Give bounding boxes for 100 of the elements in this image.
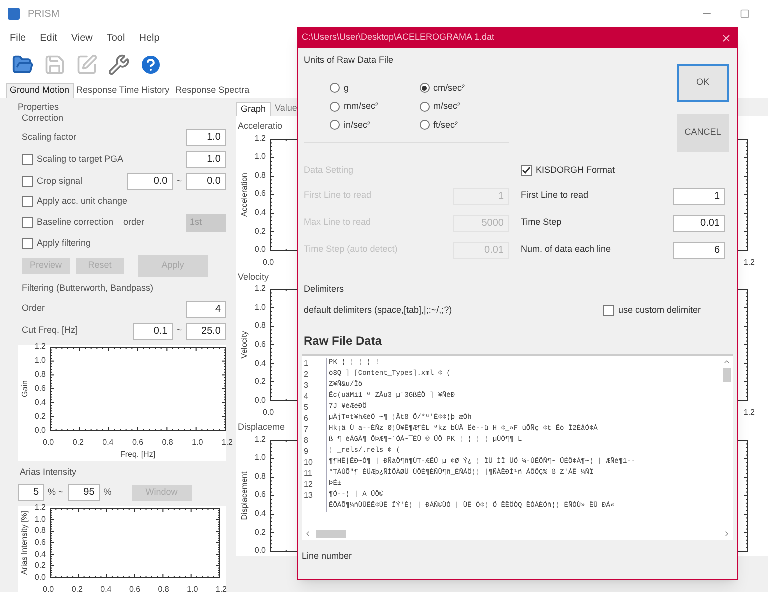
checkbox[interactable] [22, 154, 33, 165]
menu-item[interactable]: Edit [40, 30, 58, 46]
tick-label: 1.2 [34, 504, 46, 512]
tick-label: 0.2 [34, 562, 46, 570]
number-field[interactable]: 0.0 [186, 173, 226, 190]
number-field[interactable]: 0.1 [132, 322, 173, 340]
tick-label: 1.0 [187, 584, 198, 592]
label: order [124, 216, 145, 229]
label: Apply acc. unit change [37, 195, 128, 208]
tick-label: 1.0 [34, 516, 46, 524]
scroll-thumb[interactable] [316, 530, 346, 538]
checkbox[interactable] [603, 305, 614, 316]
tick-label: 1.2 [254, 436, 266, 444]
checkbox[interactable] [22, 238, 33, 249]
number-field[interactable]: 0.0 [126, 173, 173, 190]
label: Line number [302, 550, 352, 560]
tick-label: 1.0 [254, 153, 266, 162]
tick-label: 0.2 [72, 584, 83, 592]
tick-label: 0.2 [254, 228, 266, 236]
tick-label: 0.6 [34, 384, 46, 392]
tick-label: 0.4 [34, 398, 46, 406]
window-title: PRISM [28, 8, 60, 22]
tab[interactable]: Value [271, 102, 302, 116]
tick-label: 0.8 [158, 584, 170, 592]
maximize-icon [740, 9, 750, 19]
menu-item[interactable]: View [71, 30, 93, 46]
tick-label: 1.0 [34, 356, 46, 364]
tick-label: 0.2 [254, 378, 266, 386]
label: Scaling to target PGA [37, 152, 124, 166]
number-field[interactable]: 1.0 [186, 151, 226, 168]
tab[interactable]: Graph [236, 102, 272, 116]
menu-item[interactable]: Tool [106, 30, 126, 46]
label: Units of Raw Data File [304, 54, 395, 67]
number-field[interactable]: 4 [186, 300, 226, 318]
radio-button[interactable] [330, 120, 340, 130]
checkbox[interactable] [521, 165, 532, 176]
raw-data-view[interactable] [302, 354, 733, 540]
tick-label: 1.0 [254, 454, 266, 462]
tick-label: 0.0 [263, 407, 274, 419]
tick-label: 1.2 [34, 342, 46, 350]
tab[interactable]: Ground Motion [6, 83, 74, 98]
line-number: 10 [303, 456, 314, 468]
line-number: 11 [303, 468, 314, 478]
ok-button[interactable]: OK [677, 64, 729, 102]
wrench-icon [108, 54, 130, 76]
pencil-icon [76, 54, 98, 76]
label: Cut Freq. [Hz] [22, 324, 78, 338]
label: Properties [18, 102, 60, 113]
number-field[interactable]: 25.0 [186, 322, 226, 340]
axis-label: Velocity [239, 331, 250, 359]
save-icon [44, 54, 66, 76]
label: % ~ [48, 486, 64, 499]
label: in/sec² [344, 118, 371, 132]
tick-label: 0.6 [129, 584, 141, 592]
radio-button[interactable] [420, 120, 430, 130]
tick-label: 0.8 [254, 322, 266, 330]
number-field[interactable]: 1 [673, 188, 725, 204]
tick-label: 0.4 [102, 436, 114, 448]
menu-item[interactable]: File [10, 30, 26, 46]
label: ~ [176, 174, 182, 188]
label: Num. of data each line [521, 243, 612, 256]
menu-item[interactable]: Help [139, 30, 160, 46]
cancel-button[interactable]: CANCEL [677, 114, 729, 152]
toolbar-button[interactable] [106, 52, 132, 78]
label: Time Step [521, 216, 562, 230]
tick-label: 0.8 [254, 172, 266, 180]
checkbox[interactable] [22, 176, 33, 187]
checkbox[interactable] [22, 196, 33, 208]
tick-label: 0.0 [34, 426, 46, 434]
label: First Line to read [521, 189, 589, 202]
label: Crop signal [37, 174, 83, 188]
axis-label: Displacement [239, 471, 250, 520]
number-field[interactable]: 6 [673, 242, 725, 258]
scroll-thumb[interactable] [723, 368, 731, 382]
radio-button[interactable] [420, 102, 430, 112]
section-title: Raw File Data [304, 334, 382, 348]
tab[interactable]: Response Time History [74, 83, 173, 98]
checkbox[interactable] [22, 217, 33, 228]
line-number: 5 [303, 402, 310, 412]
line-number: 13 [303, 490, 314, 500]
number-field[interactable]: 1.0 [186, 129, 226, 146]
tick-label: 0.0 [254, 547, 266, 556]
line-number: 6 [303, 412, 310, 424]
help-icon [139, 53, 163, 77]
tick-label: 0.8 [34, 527, 46, 536]
label: use custom delimiter [618, 304, 701, 317]
axis-label: Gain [19, 380, 30, 397]
tick-label: 0.6 [254, 340, 266, 349]
radio-button[interactable] [330, 102, 340, 112]
label: Order [22, 302, 46, 316]
radio-button[interactable] [330, 83, 340, 94]
radio-button[interactable] [420, 83, 430, 94]
number-field[interactable]: 0.01 [673, 214, 725, 232]
label: Scaling factor [22, 130, 77, 144]
label: Filtering (Butterworth, Bandpass) [21, 282, 155, 295]
tick-label: 1.0 [192, 436, 204, 448]
tick-label: 0.8 [34, 370, 46, 378]
label: ft/sec² [434, 118, 458, 132]
graph-title: Velocity [238, 270, 270, 284]
tab[interactable]: Response Spectra [172, 83, 253, 98]
